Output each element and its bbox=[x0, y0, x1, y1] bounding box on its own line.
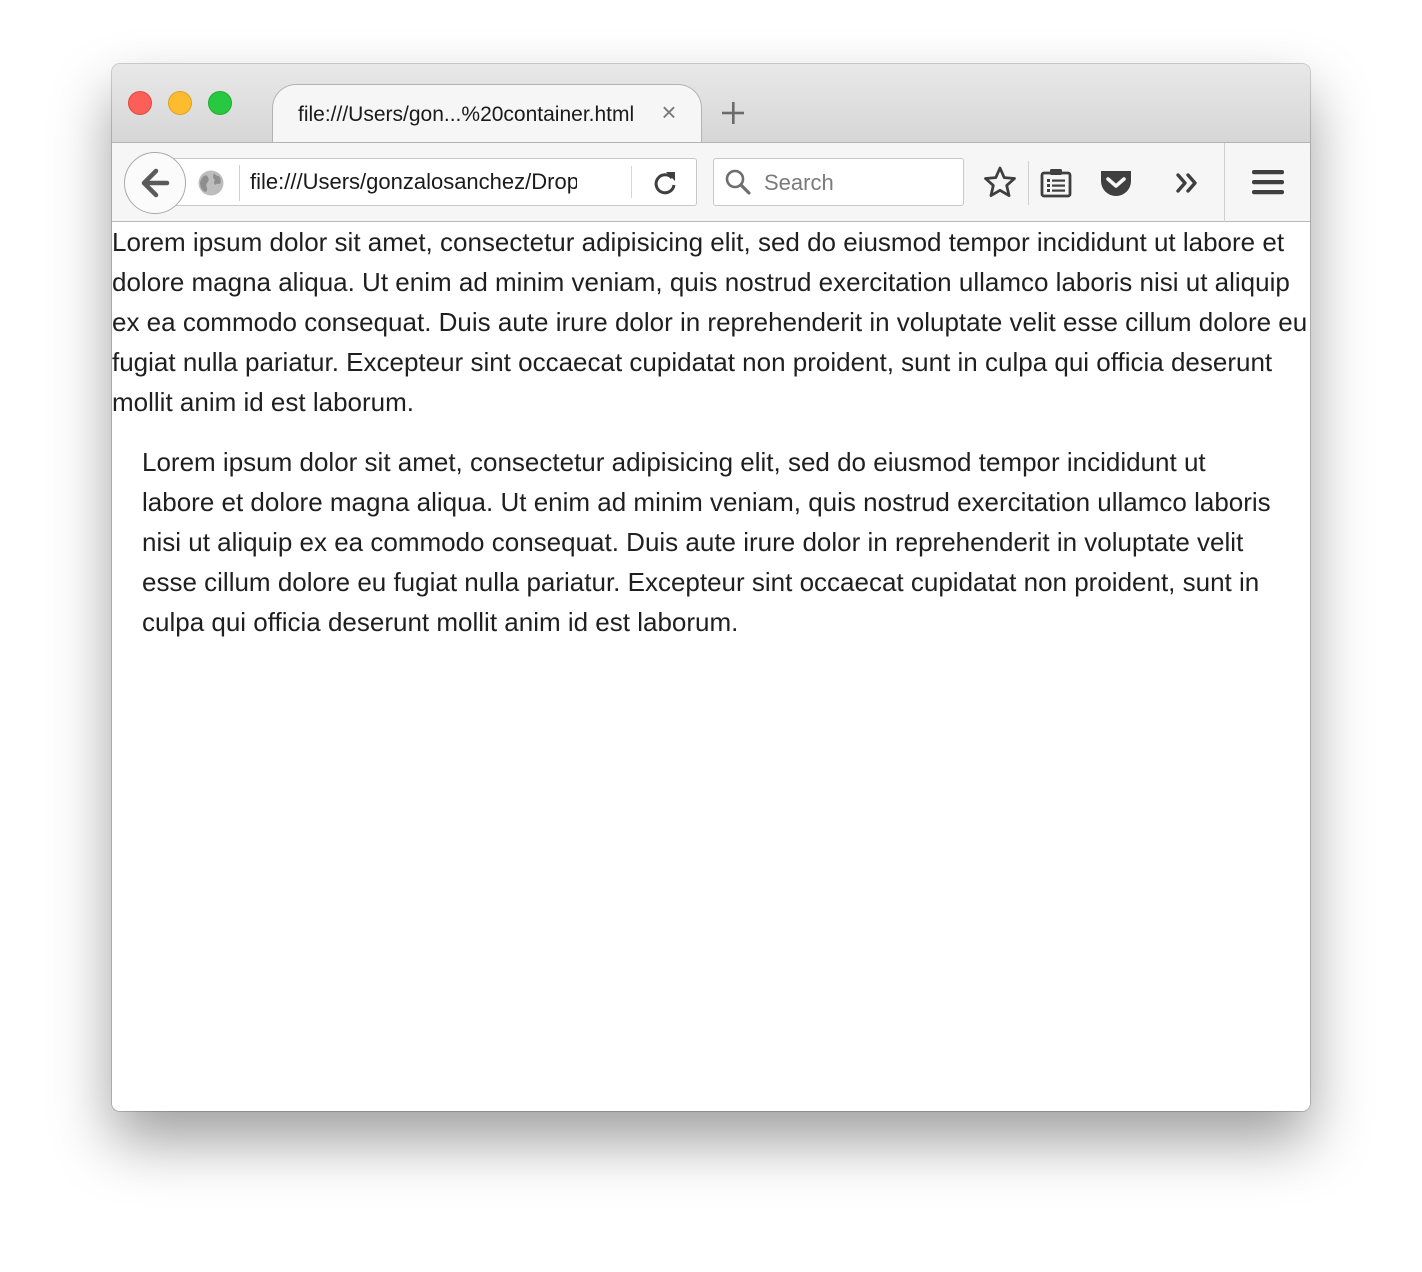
window-close-button[interactable] bbox=[128, 91, 152, 115]
page-content: Lorem ipsum dolor sit amet, consectetur … bbox=[112, 222, 1310, 1111]
search-bar[interactable]: Search bbox=[713, 158, 964, 206]
tab-active[interactable]: file:///Users/gon...%20container.html × bbox=[272, 84, 702, 144]
search-icon bbox=[724, 168, 752, 196]
url-bar[interactable]: file:///Users/gonzalosanchez/Dropbox/con… bbox=[152, 158, 697, 206]
bookmark-star-icon[interactable] bbox=[982, 165, 1018, 201]
url-field[interactable]: file:///Users/gonzalosanchez/Dropbox/con… bbox=[250, 169, 577, 195]
overflow-chevron-icon[interactable] bbox=[1170, 165, 1206, 201]
url-separator bbox=[239, 165, 240, 201]
toolbar-separator bbox=[1224, 143, 1225, 223]
back-arrow-icon bbox=[141, 168, 170, 198]
hamburger-menu-icon[interactable] bbox=[1250, 165, 1286, 201]
container: Lorem ipsum dolor sit amet, consectetur … bbox=[142, 442, 1282, 642]
tab-strip: file:///Users/gon...%20container.html × bbox=[112, 64, 1310, 144]
globe-icon bbox=[197, 169, 225, 197]
search-placeholder: Search bbox=[764, 170, 834, 195]
tab-close-icon[interactable]: × bbox=[656, 99, 682, 125]
url-separator bbox=[631, 166, 632, 198]
reload-icon[interactable] bbox=[651, 169, 679, 197]
window-minimize-button[interactable] bbox=[168, 91, 192, 115]
new-tab-button[interactable] bbox=[718, 98, 748, 128]
pocket-icon[interactable] bbox=[1098, 165, 1134, 201]
paragraph-outside-container: Lorem ipsum dolor sit amet, consectetur … bbox=[112, 227, 1308, 417]
back-button[interactable] bbox=[124, 152, 186, 214]
plus-icon bbox=[722, 102, 744, 124]
toolbar-separator bbox=[1028, 161, 1029, 205]
navigation-toolbar: file:///Users/gonzalosanchez/Dropbox/con… bbox=[112, 142, 1310, 223]
browser-window: file:///Users/gon...%20container.html × … bbox=[112, 64, 1310, 1111]
paragraph-in-container: Lorem ipsum dolor sit amet, consectetur … bbox=[142, 447, 1271, 637]
window-maximize-button[interactable] bbox=[208, 91, 232, 115]
tab-title: file:///Users/gon...%20container.html bbox=[298, 103, 635, 126]
reading-list-icon[interactable] bbox=[1038, 165, 1074, 201]
